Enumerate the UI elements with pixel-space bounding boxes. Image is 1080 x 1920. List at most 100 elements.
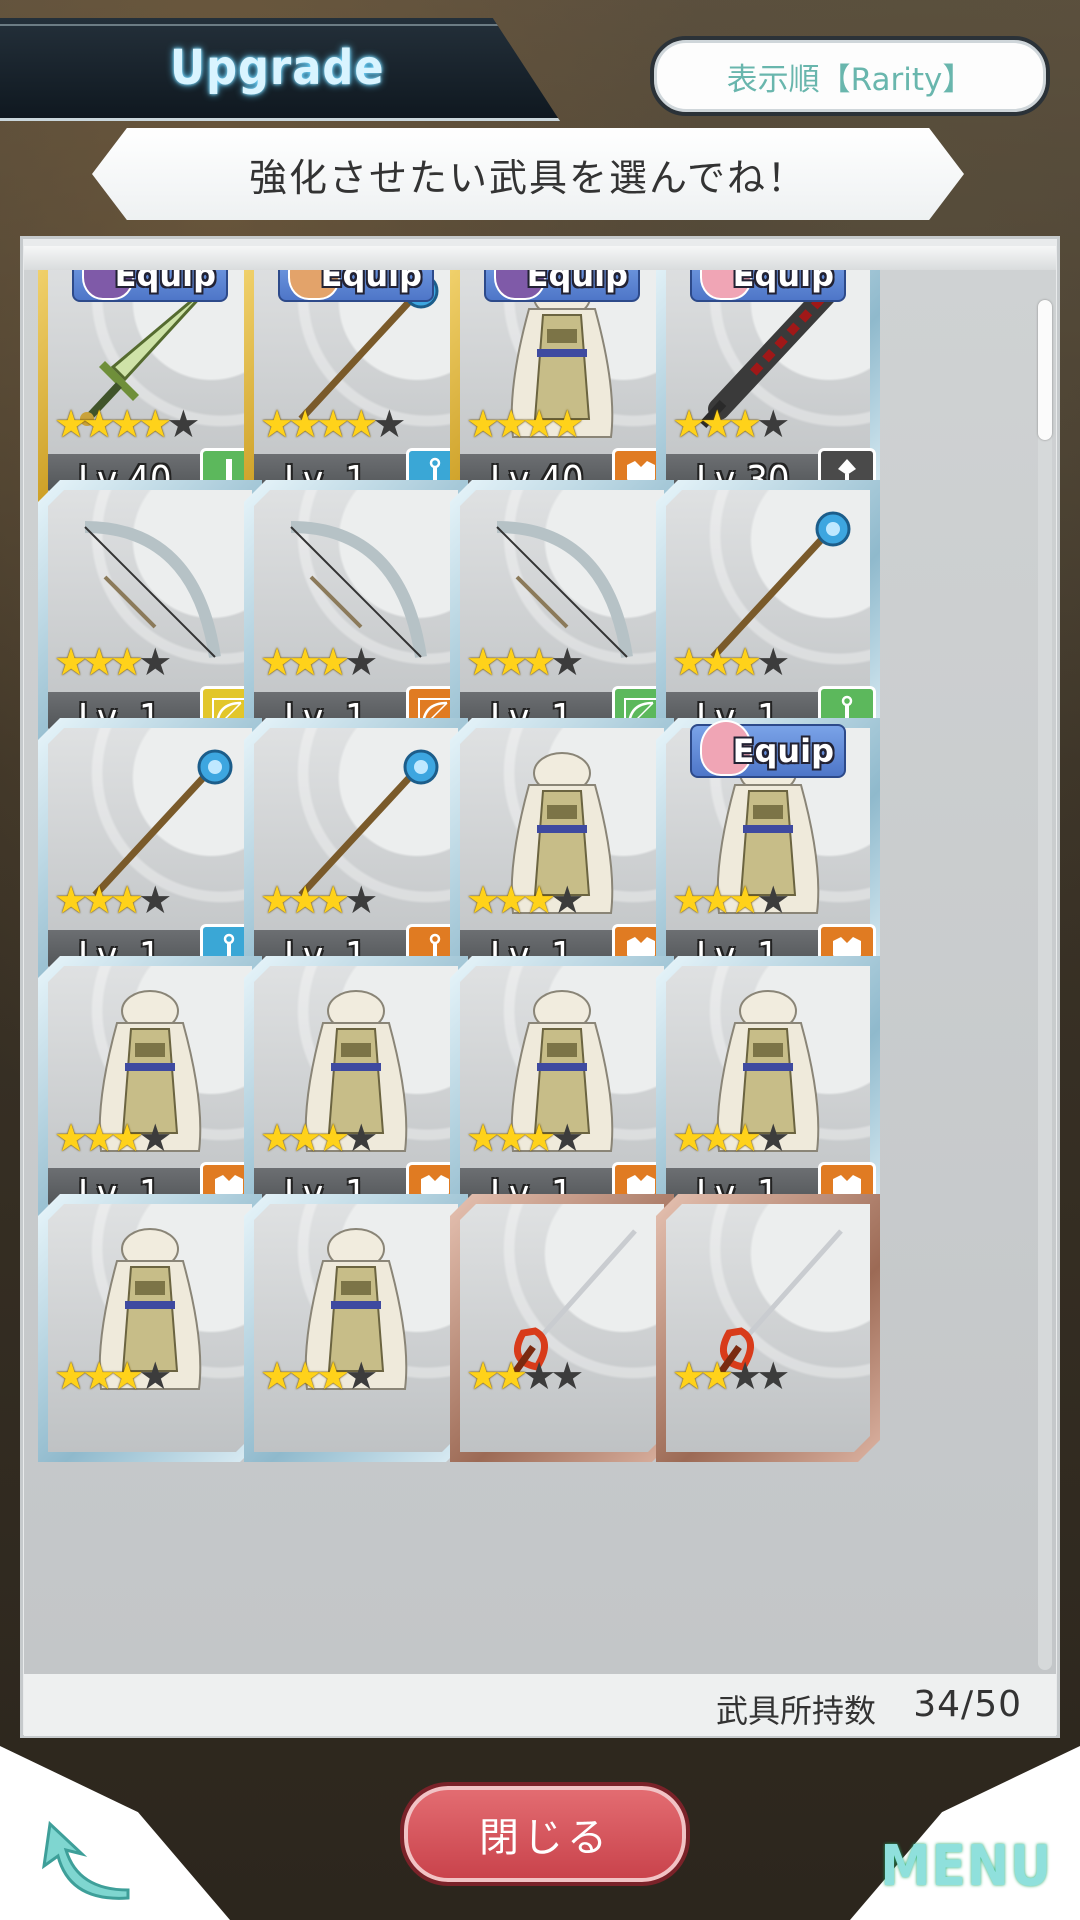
star-icon: ★ xyxy=(316,878,350,922)
item-grid[interactable]: Equip★★★★★Lv 40Equip★★★★★Lv 1Equip★★★★Lv… xyxy=(24,270,1056,1674)
star-icon: ★ xyxy=(260,402,294,446)
star-icon: ★ xyxy=(550,402,584,446)
page-title: Upgrade xyxy=(170,40,385,96)
star-icon: ★ xyxy=(54,640,88,684)
scrollbar[interactable] xyxy=(1038,300,1052,1670)
item-card[interactable]: ★★★★Lv 1 xyxy=(450,956,674,1224)
item-card[interactable]: ★★★★Lv 1 xyxy=(244,480,468,748)
star-icon: ★ xyxy=(110,402,144,446)
star-icon: ★ xyxy=(700,640,734,684)
star-icon: ★ xyxy=(494,878,528,922)
item-card[interactable]: ★★★★ xyxy=(450,1194,674,1462)
star-icon: ★ xyxy=(494,640,528,684)
equip-badge: Equip xyxy=(484,270,640,302)
star-icon: ★ xyxy=(82,402,116,446)
menu-button[interactable]: MENU xyxy=(880,1834,1052,1899)
star-icon: ★ xyxy=(550,640,584,684)
rarity-stars: ★★★★ xyxy=(260,1354,378,1398)
rarity-stars: ★★★★ xyxy=(260,1116,378,1160)
equip-badge: Equip xyxy=(278,270,434,302)
item-card[interactable]: Equip★★★★★Lv 40 xyxy=(38,270,262,510)
inventory-label: 武具所持数 xyxy=(715,1692,876,1730)
star-icon: ★ xyxy=(522,402,556,446)
star-icon: ★ xyxy=(550,1354,584,1398)
item-card[interactable]: Equip★★★★Lv 30 xyxy=(656,270,880,510)
star-icon: ★ xyxy=(138,1116,172,1160)
star-icon: ★ xyxy=(344,1354,378,1398)
star-icon: ★ xyxy=(700,878,734,922)
rarity-stars: ★★★★ xyxy=(466,640,584,684)
panel-top-rail xyxy=(24,246,1056,270)
rarity-stars: ★★★★★ xyxy=(260,402,406,446)
item-card[interactable]: ★★★★Lv 1 xyxy=(244,956,468,1224)
rarity-stars: ★★★★ xyxy=(260,878,378,922)
item-card[interactable]: ★★★★Lv 1 xyxy=(656,956,880,1224)
star-icon: ★ xyxy=(700,402,734,446)
star-icon: ★ xyxy=(54,402,88,446)
inventory-count-bar: 武具所持数 34/50 xyxy=(24,1674,1056,1736)
star-icon: ★ xyxy=(494,402,528,446)
star-icon: ★ xyxy=(728,878,762,922)
star-icon: ★ xyxy=(82,1116,116,1160)
rarity-stars: ★★★★ xyxy=(672,1116,790,1160)
item-card[interactable]: Equip★★★★Lv 1 xyxy=(656,718,880,986)
star-icon: ★ xyxy=(466,1116,500,1160)
rarity-stars: ★★★★ xyxy=(672,1354,790,1398)
star-icon: ★ xyxy=(110,640,144,684)
back-arrow-icon[interactable] xyxy=(38,1820,138,1900)
star-icon: ★ xyxy=(288,1116,322,1160)
rarity-stars: ★★★★ xyxy=(672,402,790,446)
star-icon: ★ xyxy=(756,1116,790,1160)
star-icon: ★ xyxy=(672,640,706,684)
star-icon: ★ xyxy=(522,1354,556,1398)
star-icon: ★ xyxy=(728,640,762,684)
item-card[interactable]: ★★★★Lv 1 xyxy=(38,480,262,748)
item-card[interactable]: ★★★★ xyxy=(244,1194,468,1462)
rarity-stars: ★★★★ xyxy=(466,878,584,922)
item-card[interactable]: ★★★★Lv 1 xyxy=(38,718,262,986)
star-icon: ★ xyxy=(260,1116,294,1160)
star-icon: ★ xyxy=(166,402,200,446)
star-icon: ★ xyxy=(672,1116,706,1160)
star-icon: ★ xyxy=(522,1116,556,1160)
item-card[interactable]: ★★★★Lv 1 xyxy=(38,956,262,1224)
item-card[interactable]: ★★★★Lv 1 xyxy=(450,718,674,986)
rarity-stars: ★★★★ xyxy=(672,878,790,922)
equip-label: Equip xyxy=(732,732,834,770)
star-icon: ★ xyxy=(82,640,116,684)
item-card[interactable]: ★★★★Lv 1 xyxy=(656,480,880,748)
star-icon: ★ xyxy=(138,640,172,684)
scroll-thumb[interactable] xyxy=(1038,300,1052,440)
star-icon: ★ xyxy=(54,1354,88,1398)
item-card[interactable]: Equip★★★★Lv 40 xyxy=(450,270,674,510)
star-icon: ★ xyxy=(756,640,790,684)
star-icon: ★ xyxy=(82,878,116,922)
star-icon: ★ xyxy=(550,1116,584,1160)
star-icon: ★ xyxy=(728,1354,762,1398)
star-icon: ★ xyxy=(138,878,172,922)
star-icon: ★ xyxy=(550,878,584,922)
star-icon: ★ xyxy=(288,402,322,446)
item-card[interactable]: ★★★★ xyxy=(656,1194,880,1462)
equip-badge: Equip xyxy=(72,270,228,302)
rarity-stars: ★★★★★ xyxy=(54,402,200,446)
close-button[interactable]: 閉じる xyxy=(400,1782,690,1886)
equip-label: Equip xyxy=(114,270,216,294)
rarity-stars: ★★★★ xyxy=(54,1116,172,1160)
star-icon: ★ xyxy=(288,878,322,922)
star-icon: ★ xyxy=(700,1354,734,1398)
item-card[interactable]: ★★★★Lv 1 xyxy=(244,718,468,986)
item-card[interactable]: Equip★★★★★Lv 1 xyxy=(244,270,468,510)
rarity-stars: ★★★★ xyxy=(260,640,378,684)
sort-order-button[interactable]: 表示順【Rarity】 xyxy=(650,36,1050,116)
item-card[interactable]: ★★★★Lv 1 xyxy=(450,480,674,748)
item-card[interactable]: ★★★★ xyxy=(38,1194,262,1462)
equip-label: Equip xyxy=(320,270,422,294)
rarity-stars: ★★★★ xyxy=(466,1116,584,1160)
rarity-stars: ★★★★ xyxy=(466,402,584,446)
star-icon: ★ xyxy=(522,640,556,684)
star-icon: ★ xyxy=(260,1354,294,1398)
star-icon: ★ xyxy=(110,1354,144,1398)
star-icon: ★ xyxy=(260,878,294,922)
star-icon: ★ xyxy=(316,640,350,684)
